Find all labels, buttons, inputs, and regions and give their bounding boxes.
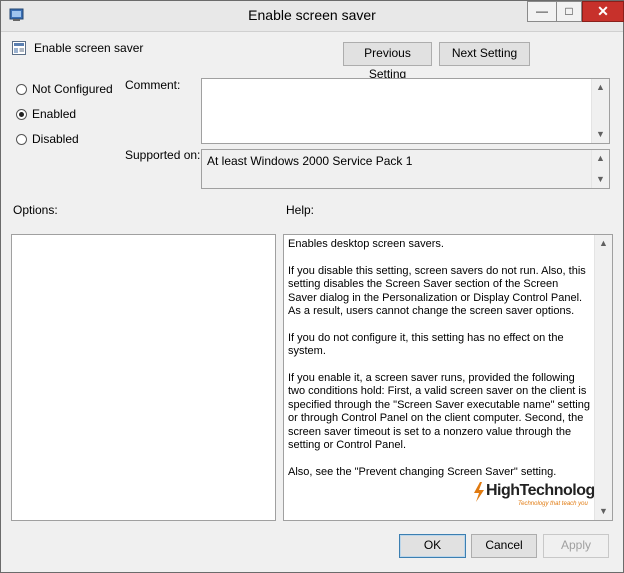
- watermark-tagline: Technology that teach you: [518, 501, 588, 507]
- help-panel[interactable]: Enables desktop screen savers. If you di…: [283, 234, 613, 521]
- policy-name: Enable screen saver: [34, 41, 144, 55]
- radio-disabled-circle[interactable]: [16, 134, 27, 145]
- radio-not-configured-label[interactable]: Not Configured: [32, 82, 113, 96]
- supported-on-field: At least Windows 2000 Service Pack 1 ▲ ▼: [201, 149, 610, 189]
- previous-setting-button[interactable]: Previous Setting: [343, 42, 432, 81]
- help-paragraph: If you disable this setting, screen save…: [288, 264, 586, 318]
- comment-scrollbar[interactable]: ▲ ▼: [591, 79, 609, 143]
- help-text: Enables desktop screen savers. If you di…: [288, 238, 590, 493]
- help-label: Help:: [286, 203, 315, 217]
- policy-setting-icon: [12, 41, 26, 55]
- ok-button[interactable]: OK: [399, 534, 466, 558]
- scroll-up-arrow-icon[interactable]: ▲: [592, 79, 609, 96]
- help-paragraph: If you enable it, a screen saver runs, p…: [288, 372, 590, 452]
- comment-textarea[interactable]: ▲ ▼: [201, 78, 610, 144]
- scroll-down-arrow-icon[interactable]: ▼: [595, 503, 612, 520]
- scroll-down-arrow-icon[interactable]: ▼: [592, 126, 609, 143]
- watermark-logo: HighTechnology Technology that teach you: [472, 478, 604, 510]
- help-paragraph: If you do not configure it, this setting…: [288, 331, 564, 358]
- radio-disabled-label[interactable]: Disabled: [32, 132, 79, 146]
- title-bar[interactable]: Enable screen saver — □ ✕: [1, 1, 624, 32]
- scroll-down-arrow-icon[interactable]: ▼: [592, 171, 609, 188]
- supported-on-scrollbar[interactable]: ▲ ▼: [591, 150, 609, 188]
- options-panel: [11, 234, 276, 521]
- radio-not-configured-circle[interactable]: [16, 84, 27, 95]
- radio-enabled-label[interactable]: Enabled: [32, 107, 76, 121]
- cancel-button[interactable]: Cancel: [471, 534, 537, 558]
- scroll-up-arrow-icon[interactable]: ▲: [595, 235, 612, 252]
- maximize-button[interactable]: □: [556, 1, 582, 22]
- close-button[interactable]: ✕: [582, 1, 624, 22]
- comment-label: Comment:: [125, 78, 181, 92]
- next-setting-button[interactable]: Next Setting: [439, 42, 530, 66]
- minimize-button[interactable]: —: [527, 1, 557, 22]
- scroll-up-arrow-icon[interactable]: ▲: [592, 150, 609, 167]
- help-scrollbar[interactable]: ▲ ▼: [594, 235, 612, 520]
- help-paragraph: Enables desktop screen savers.: [288, 238, 444, 250]
- supported-on-label: Supported on:: [125, 148, 201, 162]
- radio-enabled-circle[interactable]: [16, 109, 27, 120]
- options-label: Options:: [13, 203, 58, 217]
- watermark-text: HighTechnology: [486, 482, 604, 499]
- policy-setting-dialog: Enable screen saver — □ ✕ Enable screen …: [0, 0, 624, 573]
- watermark-bolt-icon: [474, 482, 484, 502]
- radio-selected-dot: [19, 112, 24, 117]
- supported-on-value: At least Windows 2000 Service Pack 1: [207, 154, 413, 168]
- apply-button[interactable]: Apply: [543, 534, 609, 558]
